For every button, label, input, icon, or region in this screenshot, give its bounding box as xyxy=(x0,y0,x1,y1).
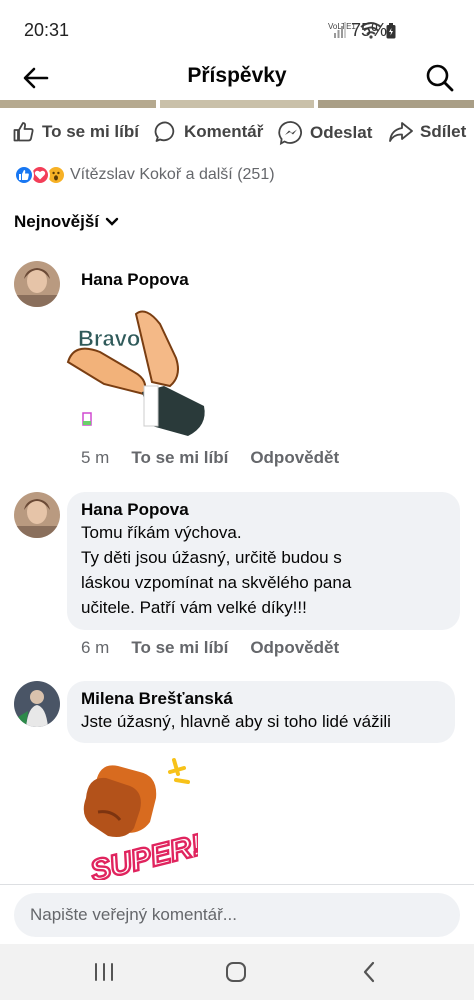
comment-author[interactable]: Hana Popova xyxy=(81,500,446,520)
avatar[interactable] xyxy=(14,492,60,538)
share-button[interactable]: Sdílet xyxy=(388,120,466,144)
messenger-icon xyxy=(278,121,302,146)
send-button[interactable]: Odeslat xyxy=(278,120,372,146)
avatar[interactable] xyxy=(14,261,60,307)
comment-author[interactable]: Hana Popova xyxy=(81,270,189,290)
comment-text-line: učitele. Patří vám velké díky!!! xyxy=(81,598,307,617)
comment-input[interactable]: Napište veřejný komentář... xyxy=(14,893,460,937)
photo-thumbnail[interactable] xyxy=(318,100,474,108)
comment-like-button[interactable]: To se mi líbí xyxy=(131,638,228,658)
comment-like-button[interactable]: To se mi líbí xyxy=(131,448,228,468)
comment-meta: 5 m To se mi líbí Odpovědět xyxy=(81,448,339,468)
chevron-down-icon xyxy=(105,217,119,226)
battery-percent: 75% xyxy=(351,20,388,40)
comment-reply-button[interactable]: Odpovědět xyxy=(250,448,339,468)
comment-bubble[interactable]: Milena Brešťanská Jste úžasný, hlavně ab… xyxy=(67,681,455,743)
page-title: Příspěvky xyxy=(187,64,287,87)
send-button-label: Odeslat xyxy=(310,123,373,142)
photo-strip[interactable] xyxy=(0,100,474,108)
reactions-text: Vítězslav Kokoř a další (251) xyxy=(70,166,275,183)
cell-signal-icon xyxy=(334,22,346,43)
photo-thumbnail[interactable] xyxy=(160,100,314,108)
top-app-bar: Příspěvky xyxy=(0,56,474,100)
super-sticker[interactable]: SUPER! xyxy=(78,752,206,889)
sticker-caption: SUPER! xyxy=(87,829,198,880)
system-navigation-bar xyxy=(0,944,474,1000)
share-arrow-icon xyxy=(389,122,413,142)
like-reaction-icon xyxy=(14,165,34,185)
home-icon[interactable] xyxy=(222,958,250,986)
post-actions: To se mi líbí Komentář Odeslat Sdílet xyxy=(0,120,474,150)
comment-reply-button[interactable]: Odpovědět xyxy=(250,638,339,658)
comment-meta: 6 m To se mi líbí Odpovědět xyxy=(81,638,339,658)
reactions-summary[interactable]: Vítězslav Kokoř a další (251) xyxy=(14,165,275,185)
photo-thumbnail[interactable] xyxy=(0,100,156,108)
like-button[interactable]: To se mi líbí xyxy=(12,120,139,144)
share-button-label: Sdílet xyxy=(420,122,467,141)
battery-icon xyxy=(386,23,396,44)
comment-author[interactable]: Milena Brešťanská xyxy=(81,689,441,709)
recent-apps-icon[interactable] xyxy=(90,958,118,986)
like-button-label: To se mi líbí xyxy=(42,122,139,141)
avatar[interactable] xyxy=(14,681,60,727)
comment-bubble[interactable]: Hana Popova Tomu říkám výchova. Ty děti … xyxy=(67,492,460,630)
sort-dropdown[interactable]: Nejnovější xyxy=(14,212,119,232)
comment-bubble-icon xyxy=(154,121,175,142)
sticker-badge-icon xyxy=(82,412,92,426)
sort-label: Nejnovější xyxy=(14,212,100,231)
comment-time: 5 m xyxy=(81,448,110,467)
status-time: 20:31 xyxy=(24,20,70,40)
comment-button[interactable]: Komentář xyxy=(154,120,263,144)
comment-composer: Napište veřejný komentář... xyxy=(0,884,474,944)
comment-text: Jste úžasný, hlavně aby si toho lidé váž… xyxy=(81,712,391,731)
comment-text-line: Tomu říkám výchova. xyxy=(81,523,242,542)
search-icon[interactable] xyxy=(424,62,456,94)
comment-text-line: Ty děti jsou úžasný, určitě budou s xyxy=(81,548,342,567)
comment-button-label: Komentář xyxy=(184,122,264,141)
thumbs-up-icon xyxy=(13,122,34,142)
status-bar: 20:31 VoLTE1 75% xyxy=(0,0,474,56)
comment-text-line: láskou vzpomínat na skvělého pana xyxy=(81,573,352,592)
comment-time: 6 m xyxy=(81,638,110,657)
back-nav-icon[interactable] xyxy=(356,958,384,986)
sticker-caption: Bravo xyxy=(78,326,140,351)
